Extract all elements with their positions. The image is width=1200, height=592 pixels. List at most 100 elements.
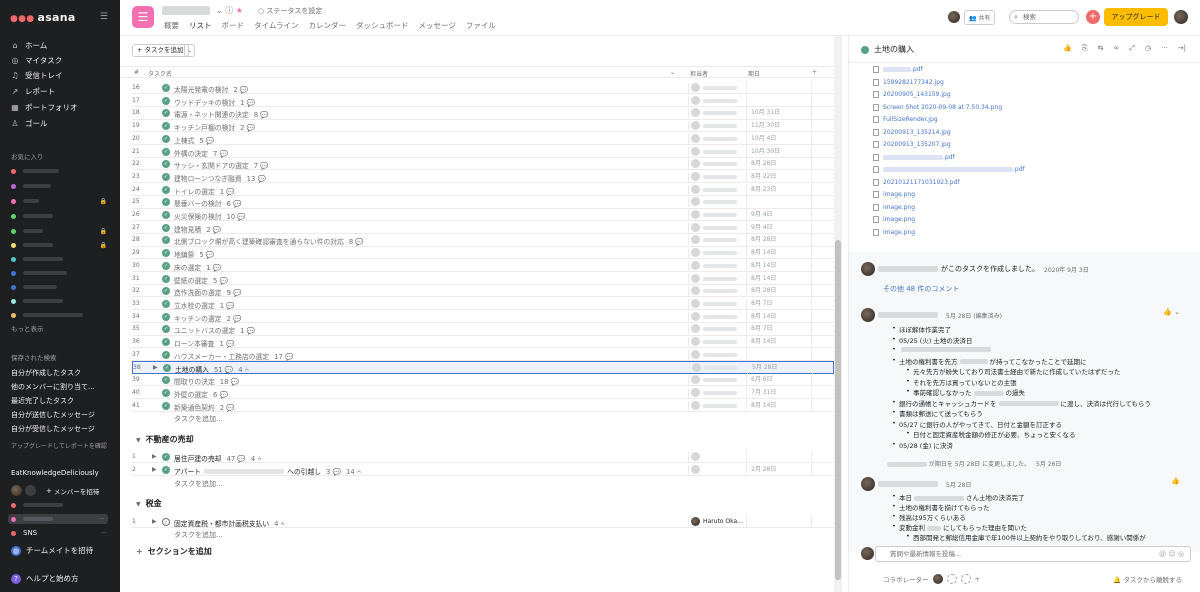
scroll-thumb[interactable] bbox=[835, 240, 841, 580]
table-row[interactable]: 33 ✓ 立水栓の選定 1 💬 8月 7日 bbox=[132, 297, 834, 311]
table-row[interactable]: 36 ✓ ローン本審査 1 💬 8月 14日 bbox=[132, 336, 834, 349]
task-name[interactable]: 造作洗面の選定 9 💬 bbox=[174, 287, 242, 297]
assignee-cell[interactable] bbox=[688, 133, 744, 144]
more-icon[interactable]: ··· bbox=[98, 516, 104, 523]
attachment-link[interactable]: .pdf bbox=[873, 166, 1025, 173]
complete-check-icon[interactable]: ✓ bbox=[162, 84, 170, 92]
table-row[interactable]: 34 ✓ キッチンの選定 2 💬 8月 14日 bbox=[132, 310, 834, 323]
show-more-link[interactable]: もっと表示 bbox=[11, 323, 44, 333]
due-date-cell[interactable]: 8月 14日 bbox=[746, 247, 812, 260]
favorite-item[interactable] bbox=[11, 181, 111, 191]
expand-icon[interactable]: ⤢ bbox=[1129, 44, 1135, 53]
complete-check-icon[interactable]: ✓ bbox=[162, 223, 170, 232]
complete-check-icon[interactable]: ✓ bbox=[162, 325, 170, 334]
due-date-cell[interactable]: 8月 14日 bbox=[746, 399, 812, 412]
due-date-cell[interactable]: 9月 4日 bbox=[746, 221, 812, 234]
add-column-icon[interactable]: + bbox=[812, 69, 817, 76]
task-name[interactable]: キッチンの選定 2 💬 bbox=[174, 313, 242, 323]
expand-subtasks-icon[interactable]: ▶ bbox=[152, 453, 157, 460]
table-row[interactable]: 16 ✓ 太陽光発電の検討 2 💬 bbox=[132, 82, 834, 95]
nav-portfolios[interactable]: ▦ ポートフォリオ bbox=[10, 101, 77, 113]
assignee-cell[interactable] bbox=[689, 363, 745, 374]
task-name[interactable]: キッチン戸棚の検討 2 💬 bbox=[174, 122, 255, 132]
task-name[interactable]: 懸垂バーの検討 6 💬 bbox=[174, 198, 242, 208]
task-name[interactable]: 壁紙の選定 5 💬 bbox=[174, 275, 228, 285]
due-date-cell[interactable]: 8月 22日 bbox=[746, 170, 812, 183]
add-task-row[interactable]: タスクを追加... bbox=[174, 479, 223, 489]
complete-check-icon[interactable]: ✓ bbox=[162, 172, 170, 181]
assignee-cell[interactable]: Haruto Oka... bbox=[688, 516, 744, 527]
due-date-cell[interactable]: 10月 30日 bbox=[746, 145, 812, 158]
avatar[interactable] bbox=[932, 574, 943, 584]
leave-task-button[interactable]: 🔔 タスクから離脱する bbox=[1113, 574, 1182, 584]
table-row[interactable]: 1 ▶ ✓ 固定資産税・都市計画税支払い 4 ⑃ Haruto Oka... bbox=[132, 515, 834, 528]
favorite-item[interactable] bbox=[11, 296, 111, 306]
table-row[interactable]: 35 ✓ ユニットバスの選定 1 💬 8月 7日 bbox=[132, 323, 834, 336]
complete-check-icon[interactable]: ✓ bbox=[162, 134, 170, 143]
favorite-item[interactable]: 🔒 bbox=[11, 240, 111, 250]
complete-check-icon[interactable]: ✓ bbox=[162, 453, 170, 462]
task-name[interactable]: ハウスメーカー・工務店の選定 17 💬 bbox=[174, 351, 293, 361]
saved-search-item[interactable]: 最近完了したタスク bbox=[11, 396, 74, 406]
due-date-cell[interactable]: 10月 4日 bbox=[746, 132, 812, 145]
team-name[interactable]: EatKnowledgeDeliciously bbox=[11, 469, 99, 477]
task-name[interactable]: サッシ・玄関ドアの選定 7 💬 bbox=[174, 160, 269, 170]
more-comments-link[interactable]: その他 48 件のコメント bbox=[883, 284, 959, 294]
add-collaborator-icon[interactable] bbox=[946, 574, 957, 584]
user-avatar[interactable] bbox=[1174, 10, 1188, 24]
add-task-button[interactable]: + タスクを追加 bbox=[132, 44, 189, 57]
task-name[interactable]: アパート への引越し 3 💬 14 ⑃ bbox=[174, 466, 361, 476]
task-name[interactable]: 新築通色契約 2 💬 bbox=[174, 402, 235, 412]
complete-check-icon[interactable]: ✓ bbox=[162, 299, 170, 308]
assignee-cell[interactable] bbox=[688, 286, 744, 297]
detail-title[interactable]: 土地の購入 bbox=[861, 44, 914, 55]
mention-emoji-icons[interactable]: @ ☺ ◎ bbox=[1159, 547, 1184, 561]
upgrade-button[interactable]: アップグレード bbox=[1104, 8, 1168, 26]
attachment-link[interactable]: 1599282177342.jpg bbox=[873, 78, 944, 86]
task-name[interactable]: 間取りの決定 18 💬 bbox=[174, 376, 239, 386]
task-name[interactable]: 上棟式 5 💬 bbox=[174, 135, 214, 145]
due-date-cell[interactable]: 10月 31日 bbox=[746, 107, 812, 120]
chevron-down-icon[interactable]: ▼ bbox=[136, 501, 141, 508]
search-input[interactable]: ⌕ 検索 bbox=[1009, 10, 1079, 24]
table-row[interactable]: 25 ✓ 懸垂バーの検討 6 💬 bbox=[132, 196, 834, 209]
task-name[interactable]: 固定資産税・都市計画税支払い 4 ⑃ bbox=[174, 518, 285, 528]
set-status-button[interactable]: ○ ステータスを設定 bbox=[258, 6, 322, 16]
complete-check-icon[interactable]: ✓ bbox=[162, 160, 170, 169]
assignee-cell[interactable] bbox=[688, 235, 744, 246]
task-name[interactable]: 太陽光発電の検討 2 💬 bbox=[174, 84, 248, 94]
task-name[interactable]: 立水栓の選定 1 💬 bbox=[174, 300, 235, 310]
avatar[interactable] bbox=[861, 308, 875, 322]
due-date-cell[interactable]: 5月 28日 bbox=[747, 362, 813, 375]
complete-check-icon[interactable]: ✓ bbox=[162, 236, 170, 245]
complete-check-icon[interactable]: ✓ bbox=[163, 364, 171, 373]
assignee-cell[interactable] bbox=[688, 121, 744, 132]
attachment-link[interactable]: 20200913_135214.jpg bbox=[873, 128, 951, 136]
plus-icon[interactable]: + bbox=[975, 575, 980, 583]
complete-check-icon[interactable]: ✓ bbox=[162, 96, 170, 105]
attachment-link[interactable]: 20200913_135207.jpg bbox=[873, 141, 951, 148]
complete-check-icon[interactable]: ✓ bbox=[162, 261, 170, 270]
like-icon[interactable]: 👍 bbox=[1063, 44, 1072, 53]
col-task-name[interactable]: タスク名 bbox=[148, 69, 172, 78]
task-name[interactable]: 電源・ネット関連の決定 8 💬 bbox=[174, 109, 269, 119]
attachment-link[interactable]: image.png bbox=[873, 203, 915, 211]
favorite-item[interactable] bbox=[11, 166, 111, 176]
due-date-cell[interactable]: 9月 4日 bbox=[746, 209, 812, 221]
assignee-cell[interactable] bbox=[688, 387, 744, 398]
table-row[interactable]: 22 ✓ サッシ・玄関ドアの選定 7 💬 8月 28日 bbox=[132, 158, 834, 171]
task-name[interactable]: 火災保険の検討 10 💬 bbox=[174, 211, 246, 221]
task-name[interactable]: ユニットバスの選定 1 💬 bbox=[174, 325, 255, 335]
upgrade-hint[interactable]: アップグレードしてレポートを確認 bbox=[11, 441, 107, 450]
like-icon[interactable]: 👍 bbox=[1171, 477, 1180, 485]
timer-icon[interactable]: ◷ bbox=[1145, 44, 1151, 53]
assignee-cell[interactable] bbox=[688, 298, 744, 309]
add-task-dropdown[interactable]: ⌄ bbox=[184, 44, 195, 57]
assignee-cell[interactable] bbox=[688, 400, 744, 411]
complete-check-icon[interactable]: ✓ bbox=[162, 198, 170, 207]
team-project-item[interactable] bbox=[11, 500, 111, 510]
table-row[interactable]: 40 ✓ 外壁の選定 6 💬 7月 31日 bbox=[132, 386, 834, 400]
task-name[interactable]: 居住戸建の売却 47 💬 4 ⑃ bbox=[174, 453, 261, 463]
saved-search-item[interactable]: 自分が受信したメッセージ bbox=[11, 424, 95, 434]
asana-logo[interactable]: ●●● asana bbox=[10, 11, 76, 24]
